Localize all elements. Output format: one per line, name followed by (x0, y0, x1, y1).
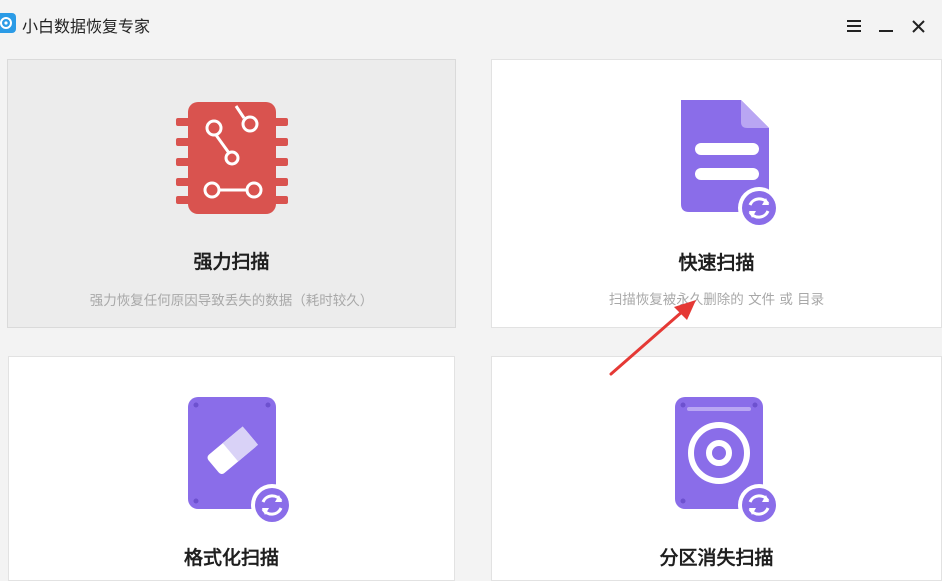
close-icon[interactable] (902, 14, 934, 38)
hard-disk-icon (673, 395, 785, 533)
minimize-icon[interactable] (870, 14, 902, 38)
menu-icon[interactable] (838, 14, 870, 38)
chip-icon (175, 100, 288, 220)
quick-scan-description: 扫描恢复被永久删除的 文件 或 目录 (608, 292, 825, 308)
app-title: 小白数据恢复专家 (22, 17, 151, 36)
deep-scan-description: 强力恢复任何原因导致丢失的数据（耗时较久） (89, 293, 374, 309)
quick-scan-title: 快速扫描 (678, 252, 755, 274)
deep-scan-card[interactable]: 强力扫描 强力恢复任何原因导致丢失的数据（耗时较久） (7, 59, 456, 328)
document-icon (673, 98, 785, 236)
app-logo-icon (0, 13, 16, 33)
eraser-disk-icon (186, 395, 298, 533)
partition-scan-title: 分区消失扫描 (659, 547, 774, 569)
partition-scan-card[interactable]: 分区消失扫描 (491, 356, 942, 581)
quick-scan-card[interactable]: 快速扫描 扫描恢复被永久删除的 文件 或 目录 (491, 59, 942, 328)
deep-scan-title: 强力扫描 (193, 251, 270, 273)
title-bar: 小白数据恢复专家 (0, 0, 942, 50)
window-controls (838, 14, 934, 38)
format-scan-card[interactable]: 格式化扫描 (8, 356, 455, 581)
format-scan-title: 格式化扫描 (183, 547, 279, 569)
